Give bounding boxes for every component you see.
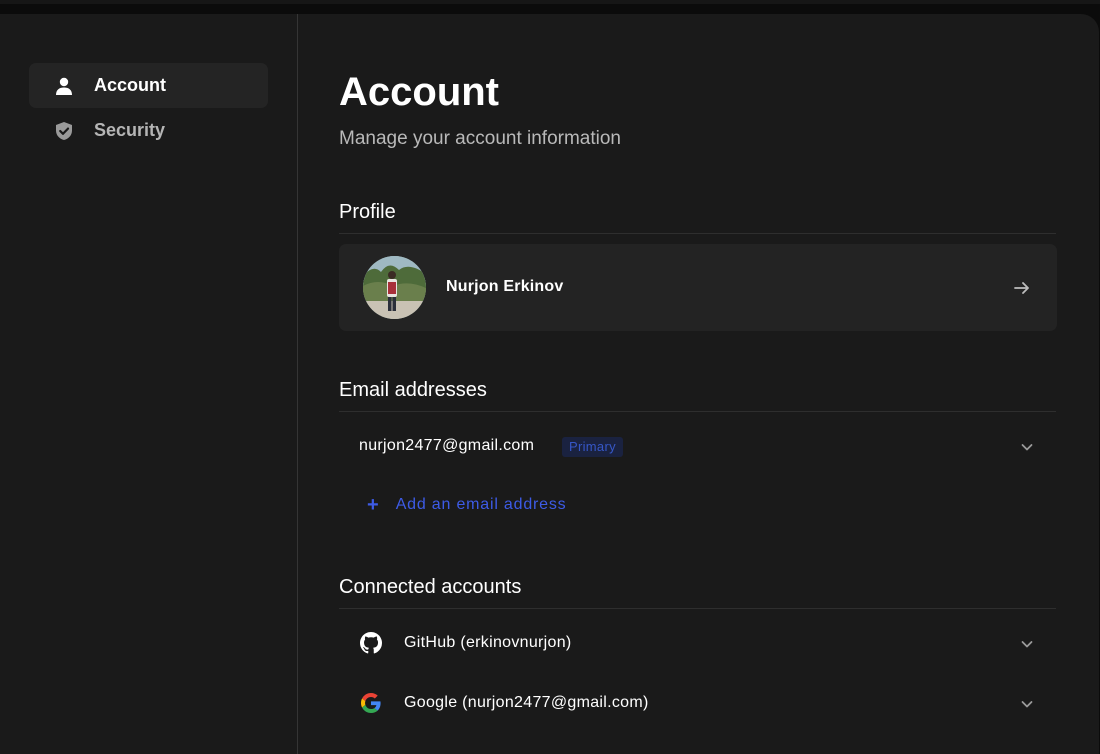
account-panel: Account Security Account Manage your acc… bbox=[0, 14, 1099, 754]
window-top-strip bbox=[0, 0, 1100, 4]
add-email-button[interactable]: + Add an email address bbox=[367, 494, 566, 516]
shield-check-icon bbox=[53, 120, 75, 142]
profile-section-title: Profile bbox=[339, 201, 396, 223]
email-section-title: Email addresses bbox=[339, 379, 487, 401]
connected-account-label: GitHub (erkinovnurjon) bbox=[404, 634, 572, 651]
connected-account-google[interactable]: Google (nurjon2477@gmail.com) bbox=[339, 682, 1057, 726]
google-icon bbox=[360, 692, 382, 714]
profile-divider bbox=[339, 233, 1056, 234]
connected-account-github[interactable]: GitHub (erkinovnurjon) bbox=[339, 622, 1057, 666]
chevron-down-icon[interactable] bbox=[1017, 437, 1037, 457]
avatar bbox=[363, 256, 426, 319]
sidebar-item-label: Security bbox=[94, 120, 166, 140]
connected-divider bbox=[339, 608, 1056, 609]
sidebar: Account Security bbox=[0, 14, 298, 754]
github-icon bbox=[360, 632, 382, 654]
profile-card[interactable]: Nurjon Erkinov bbox=[339, 244, 1057, 331]
sidebar-item-security[interactable]: Security bbox=[29, 108, 268, 153]
chevron-down-icon[interactable] bbox=[1017, 694, 1037, 714]
page-subtitle: Manage your account information bbox=[339, 128, 621, 149]
email-divider bbox=[339, 411, 1056, 412]
sidebar-item-account[interactable]: Account bbox=[29, 63, 268, 108]
user-icon bbox=[53, 75, 75, 97]
profile-name: Nurjon Erkinov bbox=[446, 278, 564, 295]
primary-badge: Primary bbox=[562, 437, 623, 457]
connected-account-label: Google (nurjon2477@gmail.com) bbox=[404, 694, 649, 711]
email-address: nurjon2477@gmail.com bbox=[359, 437, 535, 454]
plus-icon: + bbox=[367, 494, 379, 516]
chevron-down-icon[interactable] bbox=[1017, 634, 1037, 654]
page-title: Account bbox=[339, 70, 499, 114]
connected-section-title: Connected accounts bbox=[339, 576, 522, 598]
email-row[interactable]: nurjon2477@gmail.com Primary bbox=[339, 425, 1057, 469]
add-email-label: Add an email address bbox=[395, 496, 567, 513]
arrow-right-icon[interactable] bbox=[1011, 277, 1033, 299]
sidebar-item-label: Account bbox=[94, 75, 166, 95]
